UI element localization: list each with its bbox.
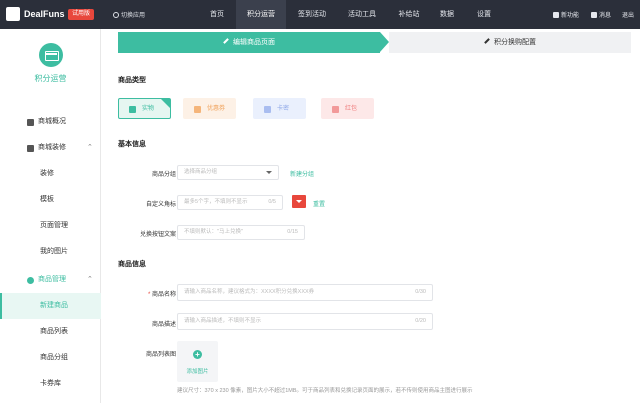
nav-checkin[interactable]: 签到活动 [290, 0, 334, 29]
section-basic-info: 基本信息 [118, 141, 146, 148]
sidebar-item-coupon-library[interactable]: 卡券库 [0, 373, 101, 395]
gift-icon [27, 277, 34, 284]
sidebar-item-goods-list[interactable]: 商品列表 [0, 321, 101, 343]
list-image-label: 商品列表图 [145, 352, 176, 358]
custom-tag-label: 自定义角标 [145, 202, 176, 208]
card-icon [264, 106, 271, 113]
sidebar-item-templates[interactable]: 模板 [0, 189, 101, 211]
add-image-button[interactable]: + 添加图片 [177, 341, 218, 382]
wrench-icon [484, 38, 490, 44]
red-packet-icon [332, 106, 339, 113]
goods-desc-input[interactable]: 请输入商品描述，不填则不显示 0/20 [177, 313, 433, 330]
main-content: 编辑商品页面 积分换购配置 商品类型 实物 优惠券 卡密 红包 基本信息 商品分… [101, 29, 640, 403]
chart-icon [27, 119, 34, 126]
sidebar: 积分运营 商城概况 商城装修 ⌃ 装修 模板 页面管理 我的图片 商品管理 ⌃ … [0, 29, 101, 403]
chevron-up-icon: ⌃ [87, 276, 93, 283]
nav-settings[interactable]: 设置 [470, 0, 498, 29]
chevron-down-icon [266, 171, 272, 174]
selected-check-icon [161, 99, 170, 108]
step-bar: 编辑商品页面 积分换购配置 [118, 32, 631, 53]
trial-badge: 试用版 [68, 9, 95, 20]
new-feature-icon [553, 12, 559, 18]
type-physical-card[interactable]: 实物 [118, 98, 171, 119]
sidebar-item-new-goods[interactable]: 新建商品 [0, 293, 101, 319]
sidebar-item-pages[interactable]: 页面管理 [0, 215, 101, 237]
brand-name: DealFuns [24, 9, 65, 19]
sidebar-item-decorate[interactable]: 装修 [0, 163, 101, 185]
pen-icon [223, 38, 229, 44]
nav-data[interactable]: 数据 [434, 0, 460, 29]
sidebar-item-decoration[interactable]: 商城装修 ⌃ [0, 137, 101, 159]
points-app-icon [39, 43, 63, 67]
section-goods-type: 商品类型 [118, 77, 146, 84]
nav-home[interactable]: 首页 [198, 0, 236, 29]
button-text-label: 兑换按钮文案 [139, 232, 176, 238]
button-text-input[interactable]: 不填则默认："马上兑换" 0/15 [177, 225, 305, 240]
custom-tag-input[interactable]: 最多5个字，不填则不显示 0/5 [177, 195, 283, 210]
category-select[interactable]: 选择商品分组 [177, 165, 279, 180]
coupon-icon [194, 106, 201, 113]
logo-icon [6, 7, 20, 21]
messages-button[interactable]: 消息 [591, 10, 611, 19]
step-edit-page[interactable]: 编辑商品页面 [118, 32, 380, 53]
new-feature-button[interactable]: 新功能 [553, 10, 579, 19]
step-points-config[interactable]: 积分换购配置 [389, 32, 631, 53]
switch-app-label: 切换应用 [121, 13, 146, 19]
sidebar-item-overview[interactable]: 商城概况 [0, 111, 101, 133]
goods-name-input[interactable]: 请输入商品名称，建议格式为：XXXX积分兑换XXX券 0/30 [177, 284, 433, 301]
nav-points-ops[interactable]: 积分运营 [236, 0, 286, 29]
tag-reset-link[interactable]: 重置 [313, 199, 325, 208]
nav-supply[interactable]: 补给站 [392, 0, 426, 29]
sidebar-item-goods-manage[interactable]: 商品管理 ⌃ [0, 269, 101, 291]
tag-color-picker[interactable] [292, 195, 306, 208]
bell-icon [591, 12, 597, 18]
sidebar-item-goods-groups[interactable]: 商品分组 [0, 347, 101, 369]
sidebar-item-my-images[interactable]: 我的图片 [0, 241, 101, 263]
logout-button[interactable]: 退出 [622, 10, 634, 19]
switch-icon [113, 12, 119, 18]
goods-name-label: * 商品名称 [147, 292, 176, 298]
top-navigation-bar: DealFuns 试用版 切换应用 首页 积分运营 签到活动 活动工具 补给站 … [0, 0, 640, 29]
type-coupon-card[interactable]: 优惠券 [183, 98, 236, 119]
type-card-key-card[interactable]: 卡密 [253, 98, 306, 119]
section-goods-info: 商品信息 [118, 261, 146, 268]
type-red-packet-card[interactable]: 红包 [321, 98, 374, 119]
category-label: 商品分组 [151, 172, 176, 178]
step-arrow [380, 32, 389, 52]
sidebar-app-name: 积分运营 [34, 74, 67, 83]
switch-app-button[interactable]: 切换应用 [113, 10, 145, 19]
new-group-link[interactable]: 新建分组 [290, 169, 314, 178]
goods-desc-label: 商品描述 [151, 322, 176, 328]
nav-activity-tools[interactable]: 活动工具 [340, 0, 384, 29]
plus-icon: + [193, 350, 202, 359]
box-icon [129, 106, 136, 113]
shop-icon [27, 145, 34, 152]
image-size-hint: 建议尺寸：370 x 230 像素，图片大小不超过1MB。可于商品列表和兑换记录… [177, 388, 473, 394]
chevron-up-icon: ⌃ [87, 144, 93, 151]
